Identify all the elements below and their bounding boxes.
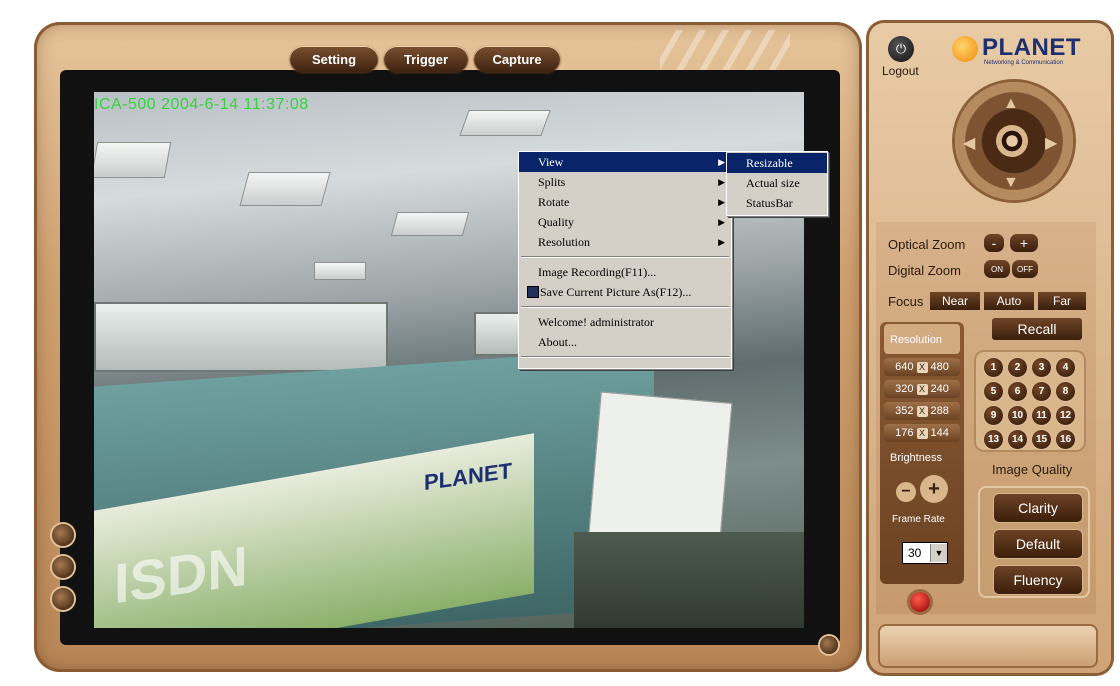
menu-item-quality[interactable]: Quality ▶	[519, 212, 731, 232]
quality-default-button[interactable]: Default	[994, 530, 1082, 558]
menu-item-welcome[interactable]: Welcome! administrator	[519, 312, 731, 332]
menu-item-image-recording[interactable]: Image Recording(F11)...	[519, 262, 731, 282]
brightness-label: Brightness	[890, 452, 942, 464]
focus-near-button[interactable]: Near	[930, 292, 980, 310]
setting-button[interactable]: Setting	[290, 46, 378, 72]
submenu-item-statusbar[interactable]: StatusBar	[727, 193, 827, 213]
logout-label[interactable]: Logout	[882, 64, 919, 78]
menu-item-resolution[interactable]: Resolution ▶	[519, 232, 731, 252]
frame-rate-label: Frame Rate	[892, 514, 945, 525]
focus-far-button[interactable]: Far	[1038, 292, 1086, 310]
brightness-increase-icon[interactable]: +	[920, 475, 948, 503]
focus-auto-button[interactable]: Auto	[984, 292, 1034, 310]
context-menu: View ▶ Splits ▶ Rotate ▶ Quality ▶ Resolutio…	[518, 151, 732, 369]
menu-separator	[521, 306, 729, 308]
quality-fluency-button[interactable]: Fluency	[994, 566, 1082, 594]
dropdown-arrow-icon[interactable]: ▼	[930, 544, 947, 562]
preset-buttons: 1 2 3 4 5 6 7 8 9 10 11 12 13 14 15 16	[984, 358, 1075, 449]
side-button-3[interactable]	[52, 588, 74, 610]
frame-rate-value: 30	[908, 546, 922, 560]
preset-16-button[interactable]: 16	[1056, 430, 1075, 449]
menu-item-save-picture[interactable]: Save Current Picture As(F12)...	[519, 282, 731, 302]
digital-zoom-off-button[interactable]: OFF	[1012, 260, 1038, 278]
preset-10-button[interactable]: 10	[1008, 406, 1027, 425]
side-button-2[interactable]	[52, 556, 74, 578]
preset-14-button[interactable]: 14	[1008, 430, 1027, 449]
preset-13-button[interactable]: 13	[984, 430, 1003, 449]
capture-button[interactable]: Capture	[474, 46, 560, 72]
brightness-decrease-icon[interactable]: −	[896, 482, 916, 502]
menu-item-splits[interactable]: Splits ▶	[519, 172, 731, 192]
view-submenu: Resizable Actual size StatusBar	[726, 151, 828, 216]
preset-15-button[interactable]: 15	[1032, 430, 1051, 449]
menu-item-view[interactable]: View ▶	[519, 152, 731, 172]
optical-zoom-out-button[interactable]: -	[984, 234, 1004, 252]
side-button-1[interactable]	[52, 524, 74, 546]
preset-2-button[interactable]: 2	[1008, 358, 1027, 377]
record-indicator-icon[interactable]	[910, 592, 930, 612]
quality-clarity-button[interactable]: Clarity	[994, 494, 1082, 522]
preset-11-button[interactable]: 11	[1032, 406, 1051, 425]
menu-item-about[interactable]: About...	[519, 332, 731, 352]
brand-tagline: Networking & Communication	[984, 60, 1064, 66]
floppy-disk-icon	[527, 286, 539, 298]
pan-right-icon[interactable]: ▶	[1045, 133, 1057, 153]
frame-decoration	[660, 30, 790, 70]
focus-label: Focus	[888, 294, 924, 309]
planet-logo-icon	[952, 36, 978, 62]
menu-separator	[521, 356, 729, 358]
preset-1-button[interactable]: 1	[984, 358, 1003, 377]
digital-zoom-on-button[interactable]: ON	[984, 260, 1010, 278]
menu-item-rotate[interactable]: Rotate ▶	[519, 192, 731, 212]
preset-8-button[interactable]: 8	[1056, 382, 1075, 401]
preset-7-button[interactable]: 7	[1032, 382, 1051, 401]
optical-zoom-label: Optical Zoom	[888, 237, 966, 252]
video-timestamp: ICA-500 2004-6-14 11:37:08	[94, 96, 309, 113]
preset-3-button[interactable]: 3	[1032, 358, 1051, 377]
preset-5-button[interactable]: 5	[984, 382, 1003, 401]
ptz-home-button[interactable]	[996, 125, 1028, 157]
brand-name: PLANET	[982, 34, 1081, 61]
power-led-button[interactable]	[820, 636, 838, 654]
pan-down-icon[interactable]: ▼	[1003, 174, 1019, 192]
resolution-176x144-button[interactable]: 176 X 144	[884, 424, 960, 442]
preset-6-button[interactable]: 6	[1008, 382, 1027, 401]
image-quality-label: Image Quality	[992, 462, 1073, 477]
digital-zoom-label: Digital Zoom	[888, 263, 961, 278]
optical-zoom-in-button[interactable]: +	[1010, 234, 1038, 252]
resolution-352x288-button[interactable]: 352 X 288	[884, 402, 960, 420]
menu-separator	[521, 256, 729, 258]
resolution-640x480-button[interactable]: 640 X 480	[884, 358, 960, 376]
preset-4-button[interactable]: 4	[1056, 358, 1075, 377]
pan-up-icon[interactable]: ▲	[1003, 95, 1019, 113]
submenu-item-resizable[interactable]: Resizable	[727, 153, 827, 173]
resolution-320x240-button[interactable]: 320 X 240	[884, 380, 960, 398]
pan-left-icon[interactable]: ◀	[963, 133, 975, 153]
frame-rate-select[interactable]: 30 ▼	[902, 542, 948, 564]
logout-icon[interactable]: ⏻	[888, 36, 914, 62]
submenu-item-actual-size[interactable]: Actual size	[727, 173, 827, 193]
preset-9-button[interactable]: 9	[984, 406, 1003, 425]
resolution-label: Resolution	[890, 334, 942, 346]
trigger-button[interactable]: Trigger	[384, 46, 468, 72]
recall-button[interactable]: Recall	[992, 318, 1082, 340]
panel-bottom-bar	[878, 624, 1098, 668]
preset-12-button[interactable]: 12	[1056, 406, 1075, 425]
